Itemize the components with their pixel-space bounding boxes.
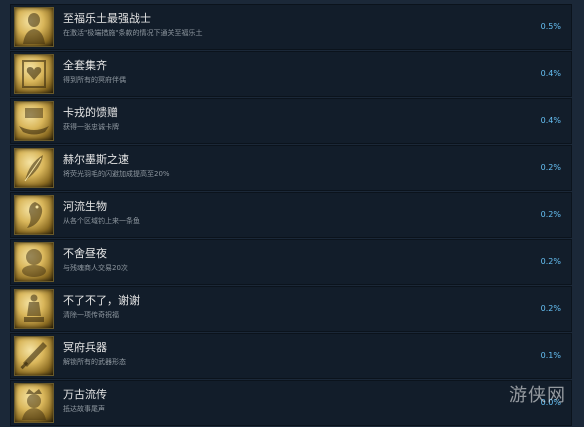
achievement-description: 从各个区域钓上来一条鱼 <box>63 217 140 225</box>
unlock-percentage: 0.4% <box>540 116 561 125</box>
achievement-row[interactable]: 全套集齐 得到所有的冥府伴偶 0.4% <box>10 51 572 97</box>
achievement-description: 与残魂商人交易20次 <box>63 264 128 272</box>
achievement-row[interactable]: 不了不了，谢谢 清除一项传奇祝福 0.2% <box>10 286 572 332</box>
figure-statue-icon <box>14 289 54 329</box>
achievement-description: 得到所有的冥府伴偶 <box>63 76 126 84</box>
achievement-title: 赫尔墨斯之速 <box>63 153 129 166</box>
achievement-description: 将荧光羽毛的闪避加成提高至20% <box>63 170 170 178</box>
fish-icon <box>14 195 54 235</box>
unlock-percentage: 0.1% <box>540 351 561 360</box>
achievement-row[interactable]: 至福乐土最强战士 在激活"极端措施"条款的情况下通关至福乐土 0.5% <box>10 4 572 50</box>
achievement-title: 河流生物 <box>63 200 107 213</box>
achievement-title: 冥府兵器 <box>63 341 107 354</box>
heart-card-icon <box>14 54 54 94</box>
unlock-percentage: 0.2% <box>540 163 561 172</box>
achievement-description: 抵达故事尾声 <box>63 405 105 413</box>
achievement-title: 至福乐土最强战士 <box>63 12 151 25</box>
boat-icon <box>14 101 54 141</box>
achievement-row[interactable]: 冥府兵器 解锁所有的武器形态 0.1% <box>10 333 572 379</box>
achievement-description: 清除一项传奇祝福 <box>63 311 119 319</box>
crowned-bust-icon <box>14 383 54 423</box>
achievement-title: 全套集齐 <box>63 59 107 72</box>
unlock-percentage: 0.5% <box>540 22 561 31</box>
unlock-percentage: 0.4% <box>540 69 561 78</box>
achievement-row[interactable]: 不舍昼夜 与残魂商人交易20次 0.2% <box>10 239 572 285</box>
unlock-percentage: 0.2% <box>540 257 561 266</box>
achievement-title: 卡戎的馈赠 <box>63 106 118 119</box>
achievement-title: 不了不了，谢谢 <box>63 294 140 307</box>
achievement-row[interactable]: 河流生物 从各个区域钓上来一条鱼 0.2% <box>10 192 572 238</box>
bust-statue-icon <box>14 7 54 47</box>
weapon-icon <box>14 336 54 376</box>
achievement-row[interactable]: 万古流传 抵达故事尾声 0.0% <box>10 380 572 426</box>
unlock-percentage: 0.2% <box>540 304 561 313</box>
unlock-percentage: 0.2% <box>540 210 561 219</box>
achievement-row[interactable]: 赫尔墨斯之速 将荧光羽毛的闪避加成提高至20% 0.2% <box>10 145 572 191</box>
feather-icon <box>14 148 54 188</box>
achievement-title: 不舍昼夜 <box>63 247 107 260</box>
site-watermark: 游侠网 <box>509 385 566 406</box>
achievement-description: 解锁所有的武器形态 <box>63 358 126 366</box>
achievement-description: 获得一张忠诚卡牌 <box>63 123 119 131</box>
achievement-row[interactable]: 卡戎的馈赠 获得一张忠诚卡牌 0.4% <box>10 98 572 144</box>
achievement-title: 万古流传 <box>63 388 107 401</box>
merchant-icon <box>14 242 54 282</box>
achievement-description: 在激活"极端措施"条款的情况下通关至福乐土 <box>63 29 203 37</box>
